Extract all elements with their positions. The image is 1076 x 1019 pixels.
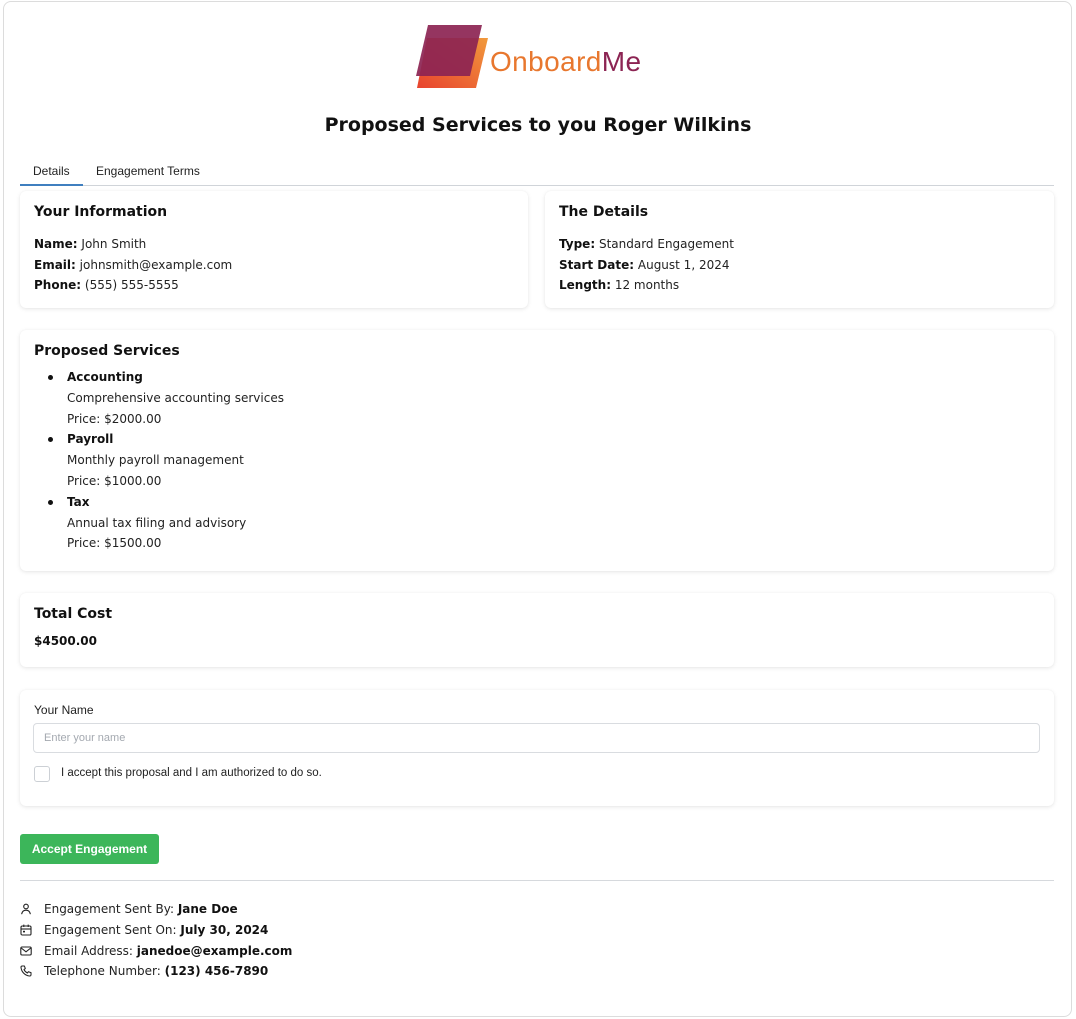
service-price: Price: $1500.00 [67, 536, 162, 551]
tab-engagement-terms[interactable]: Engagement Terms [83, 158, 213, 186]
phone-text: Telephone Number: (123) 456-7890 [44, 961, 268, 982]
tab-details[interactable]: Details [20, 158, 83, 186]
accept-checkbox[interactable] [34, 766, 50, 782]
total-cost-card: Total Cost $4500.00 [20, 593, 1054, 667]
info-name-row: Name: John Smith [34, 234, 514, 255]
info-phone-row: Phone: (555) 555-5555 [34, 275, 514, 296]
info-email-row: Email: johnsmith@example.com [34, 255, 514, 276]
sent-by-label: Engagement Sent By: [44, 902, 174, 916]
tab-bar: Details Engagement Terms [20, 158, 1054, 186]
mail-icon [20, 946, 32, 956]
details-length-label: Length: [559, 278, 611, 292]
logo-text-me: Me [601, 46, 642, 77]
sent-on-value: July 30, 2024 [180, 922, 269, 937]
proposed-services-heading: Proposed Services [34, 343, 180, 359]
phone-icon [20, 965, 32, 977]
details-start-value: August 1, 2024 [637, 257, 730, 272]
total-cost-value: $4500.00 [34, 634, 98, 648]
details-start-label: Start Date: [559, 257, 635, 272]
phone-value: (123) 456-7890 [164, 964, 269, 979]
info-email-label: Email: [34, 257, 76, 272]
info-name-label: Name: [34, 237, 78, 251]
onboardme-logo: OnboardMe [414, 24, 674, 90]
your-information-card: Your Information Name: John Smith Email:… [20, 191, 528, 308]
email-value: janedoe@example.com [136, 943, 293, 958]
the-details-heading: The Details [559, 204, 649, 220]
details-length-value: 12 months [614, 278, 680, 292]
phone-label: Telephone Number: [44, 964, 161, 979]
proposed-services-card: Proposed Services Accounting Comprehensi… [20, 330, 1054, 571]
details-type-value: Standard Engagement [598, 237, 734, 251]
sent-by-value: Jane Doe [177, 902, 238, 916]
service-name: Accounting [67, 370, 143, 384]
email-label: Email Address: [44, 943, 133, 958]
name-input[interactable] [33, 723, 1040, 753]
details-type-row: Type: Standard Engagement [559, 234, 1040, 255]
info-phone-label: Phone: [34, 278, 82, 292]
info-name-value: John Smith [81, 237, 147, 251]
accept-engagement-button[interactable]: Accept Engagement [20, 834, 159, 864]
service-price: Price: $1000.00 [67, 473, 162, 488]
your-information-heading: Your Information [34, 204, 168, 220]
sent-on-text: Engagement Sent On: July 30, 2024 [44, 920, 268, 941]
info-phone-value: (555) 555-5555 [84, 278, 179, 292]
calendar-icon [20, 924, 32, 936]
footer-divider [20, 880, 1054, 881]
service-description: Annual tax filing and advisory [67, 515, 247, 530]
info-email-value: johnsmith@example.com [79, 257, 233, 272]
sent-on-label: Engagement Sent On: [44, 922, 177, 937]
service-name: Payroll [67, 432, 114, 447]
service-price: Price: $2000.00 [67, 411, 162, 426]
services-list: Accounting Comprehensive accounting serv… [48, 367, 1040, 554]
accept-checkbox-label[interactable]: I accept this proposal and I am authoriz… [61, 767, 322, 779]
service-item-accounting: Accounting Comprehensive accounting serv… [48, 367, 1040, 429]
service-item-tax: Tax Annual tax filing and advisory Price… [48, 492, 1040, 554]
total-cost-heading: Total Cost [34, 606, 113, 622]
service-item-payroll: Payroll Monthly payroll management Price… [48, 429, 1040, 491]
service-name: Tax [67, 494, 90, 509]
acceptance-form-card: Your Name I accept this proposal and I a… [20, 690, 1054, 806]
logo-text-onboard: Onboard [490, 46, 602, 77]
email-text: Email Address: janedoe@example.com [44, 941, 292, 962]
logo-wordmark: OnboardMe [490, 46, 641, 78]
page-title: Proposed Services to you Roger Wilkins [324, 114, 752, 136]
logo-mark-icon [416, 25, 488, 88]
sent-by-text: Engagement Sent By: Jane Doe [44, 899, 238, 920]
service-description: Monthly payroll management [67, 453, 244, 468]
the-details-card: The Details Type: Standard Engagement St… [545, 191, 1054, 308]
user-icon [21, 903, 31, 915]
details-start-row: Start Date: August 1, 2024 [559, 255, 1040, 276]
details-type-label: Type: [559, 237, 596, 251]
your-name-label: Your Name [34, 703, 94, 717]
service-description: Comprehensive accounting services [67, 390, 284, 405]
details-length-row: Length: 12 months [559, 275, 1040, 296]
